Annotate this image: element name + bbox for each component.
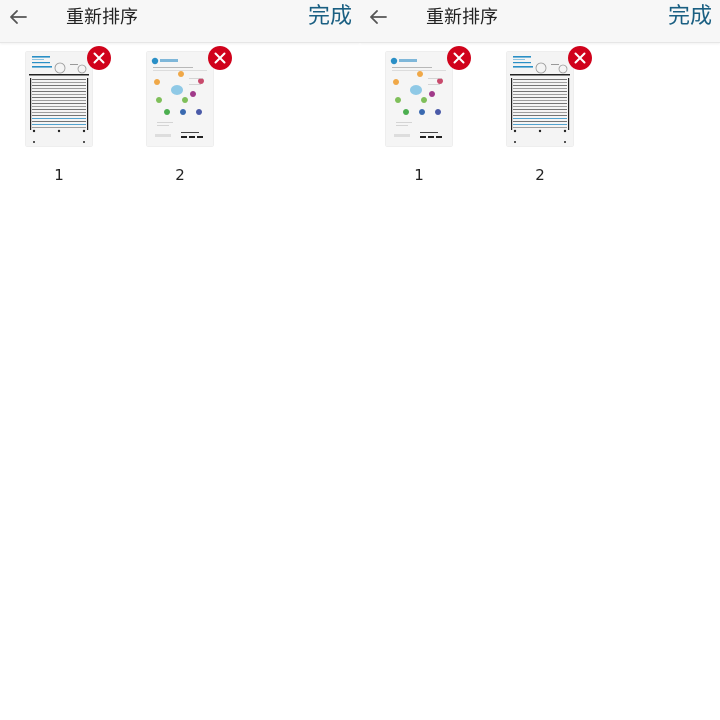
page-number: 2 bbox=[175, 166, 185, 184]
done-button[interactable]: 完成 bbox=[668, 4, 712, 30]
page-title: 重新排序 bbox=[66, 7, 138, 28]
welcome-page-thumbnail[interactable] bbox=[147, 52, 213, 146]
reorder-screen-right: 重新排序 完成 1 2 bbox=[360, 0, 720, 720]
page-title: 重新排序 bbox=[426, 7, 498, 28]
page-number: 2 bbox=[535, 166, 545, 184]
delete-page-button[interactable] bbox=[568, 46, 592, 70]
page-number: 1 bbox=[414, 166, 424, 184]
app-bar: 重新排序 完成 bbox=[360, 0, 720, 43]
done-button[interactable]: 完成 bbox=[308, 4, 352, 30]
page-thumbnail-item: 2 bbox=[147, 46, 247, 192]
alignment-page-thumbnail[interactable] bbox=[507, 52, 573, 146]
welcome-page-thumbnail[interactable] bbox=[386, 52, 452, 146]
close-icon bbox=[93, 52, 105, 64]
reorder-screen-left: 重新排序 完成 1 2 bbox=[0, 0, 360, 720]
close-icon bbox=[214, 52, 226, 64]
back-button[interactable] bbox=[364, 4, 394, 30]
close-icon bbox=[574, 52, 586, 64]
delete-page-button[interactable] bbox=[447, 46, 471, 70]
arrow-left-icon bbox=[370, 10, 387, 24]
page-number: 1 bbox=[54, 166, 64, 184]
page-thumbnail-item: 2 bbox=[507, 46, 607, 192]
page-thumbnail-item: 1 bbox=[26, 46, 126, 192]
close-icon bbox=[453, 52, 465, 64]
arrow-left-icon bbox=[10, 10, 27, 24]
page-thumbnail-item: 1 bbox=[386, 46, 486, 192]
delete-page-button[interactable] bbox=[208, 46, 232, 70]
app-bar: 重新排序 完成 bbox=[0, 0, 360, 43]
alignment-page-thumbnail[interactable] bbox=[26, 52, 92, 146]
delete-page-button[interactable] bbox=[87, 46, 111, 70]
back-button[interactable] bbox=[4, 4, 34, 30]
